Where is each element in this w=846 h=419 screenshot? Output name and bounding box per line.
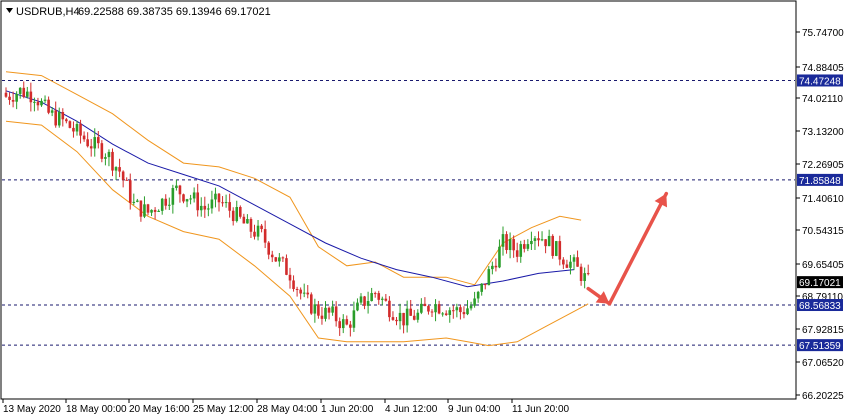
y-tick-label: 71.40610	[802, 194, 844, 205]
x-tick-label: 11 Jun 20:00	[512, 404, 570, 415]
candle	[68, 120, 72, 129]
level-price-tag-1: 74.47248	[797, 74, 843, 87]
x-tick-label: 9 Jun 04:00	[448, 404, 501, 415]
y-tick-label: 67.92815	[802, 325, 844, 336]
y-tick-label: 69.65405	[802, 260, 844, 271]
y-tick-label: 66.20225	[802, 391, 844, 402]
ohlc-readout: 69.22588 69.38735 69.13946 69.17021	[78, 6, 271, 18]
y-tick-label: 74.02110	[802, 94, 843, 105]
price-chart[interactable]: 75.74700 74.88405 74.02110 73.13200 72.26905…	[0, 0, 846, 419]
level-price-tag-3: 68.56833	[797, 299, 843, 312]
candle	[274, 256, 278, 262]
x-tick-label: 13 May 2020	[3, 404, 61, 415]
candle	[554, 240, 558, 257]
svg-text:71.85848: 71.85848	[799, 176, 841, 187]
x-tick-label: 25 May 12:00	[193, 404, 254, 415]
x-tick-label: 4 Jun 12:00	[385, 404, 438, 415]
x-tick-label: 28 May 04:00	[257, 404, 318, 415]
candle	[551, 234, 554, 259]
level-price-tag-4: 67.51359	[797, 339, 843, 352]
y-tick-label: 73.13200	[802, 127, 844, 138]
x-tick-label: 18 May 00:00	[66, 404, 127, 415]
svg-text:74.47248: 74.47248	[799, 76, 841, 87]
svg-text:67.51359: 67.51359	[799, 341, 841, 352]
svg-text:68.56833: 68.56833	[799, 301, 841, 312]
symbol-label: USDRUB,H4	[16, 6, 80, 18]
y-tick-label: 67.06520	[802, 358, 844, 369]
y-tick-label: 72.26905	[802, 160, 844, 171]
candle	[239, 205, 242, 219]
chart-header: USDRUB,H4 69.22588 69.38735 69.13946 69.…	[6, 6, 271, 18]
x-tick-label: 1 Jun 20:00	[321, 404, 374, 415]
svg-text:69.17021: 69.17021	[799, 278, 841, 289]
current-price-tag: 69.17021	[797, 276, 843, 289]
y-tick-label: 70.54315	[802, 226, 844, 237]
level-price-tag-2: 71.85848	[797, 173, 843, 187]
y-tick-label: 74.88405	[802, 63, 844, 74]
y-tick-label: 75.74700	[802, 28, 844, 39]
x-tick-label: 20 May 16:00	[129, 404, 190, 415]
candle	[310, 292, 313, 315]
